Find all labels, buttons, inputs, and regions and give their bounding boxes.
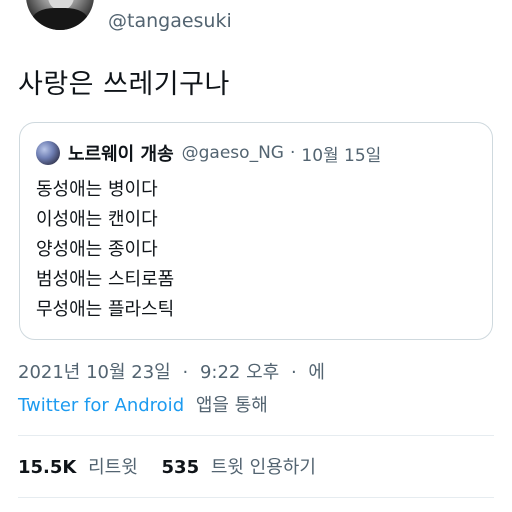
quoted-tweet-body: 동성애는 병이다 이성애는 캔이다 양성애는 종이다 범성애는 스티로폼 무성애… xyxy=(36,175,174,325)
avatar-coat xyxy=(32,8,88,30)
meta-trail: 에 xyxy=(308,362,325,383)
quoted-separator: · xyxy=(289,143,296,163)
tweet-source: Twitter for Android 앱을 통해 xyxy=(18,391,268,417)
meta-separator: · xyxy=(290,362,297,383)
quote-label[interactable]: 트윗 인용하기 xyxy=(211,457,316,478)
quoted-line: 범성애는 스티로폼 xyxy=(36,269,175,290)
retweet-count[interactable]: 15.5K xyxy=(18,457,76,478)
quoted-line: 동성애는 병이다 xyxy=(36,179,158,200)
quoted-author-name[interactable]: 노르웨이 개송 xyxy=(68,140,174,166)
tweet-date[interactable]: 2021년 10월 23일 xyxy=(18,362,171,383)
quoted-tweet-card[interactable]: 노르웨이 개송 @gaeso_NG · 10월 15일 동성애는 병이다 이성애… xyxy=(19,122,493,340)
tweet-text: 사랑은 쓰레기구나 xyxy=(18,69,230,100)
engagement-stats: 15.5K 리트윗 535 트윗 인용하기 xyxy=(18,453,334,479)
quote-count[interactable]: 535 xyxy=(162,457,200,478)
meta-separator: · xyxy=(182,362,189,383)
quoted-tweet-date[interactable]: 10월 15일 xyxy=(301,141,381,166)
source-link[interactable]: Twitter for Android xyxy=(18,395,184,416)
source-suffix: 앱을 통해 xyxy=(195,395,268,416)
quoted-line: 무성애는 플라스틱 xyxy=(36,299,175,320)
quoted-author-handle[interactable]: @gaeso_NG xyxy=(182,143,284,163)
quoted-author-avatar[interactable] xyxy=(36,141,60,165)
divider xyxy=(18,435,494,436)
author-avatar[interactable] xyxy=(26,0,94,30)
divider xyxy=(18,497,494,498)
tweet-time[interactable]: 9:22 오후 xyxy=(200,362,279,383)
author-handle[interactable]: @tangaesuki xyxy=(108,10,232,32)
retweet-label[interactable]: 리트윗 xyxy=(88,457,138,478)
quoted-line: 이성애는 캔이다 xyxy=(36,209,158,230)
quoted-line: 양성애는 종이다 xyxy=(36,239,158,260)
tweet-timestamp: 2021년 10월 23일 · 9:22 오후 · 에 xyxy=(18,358,331,384)
quoted-tweet-header: 노르웨이 개송 @gaeso_NG · 10월 15일 xyxy=(36,140,381,166)
